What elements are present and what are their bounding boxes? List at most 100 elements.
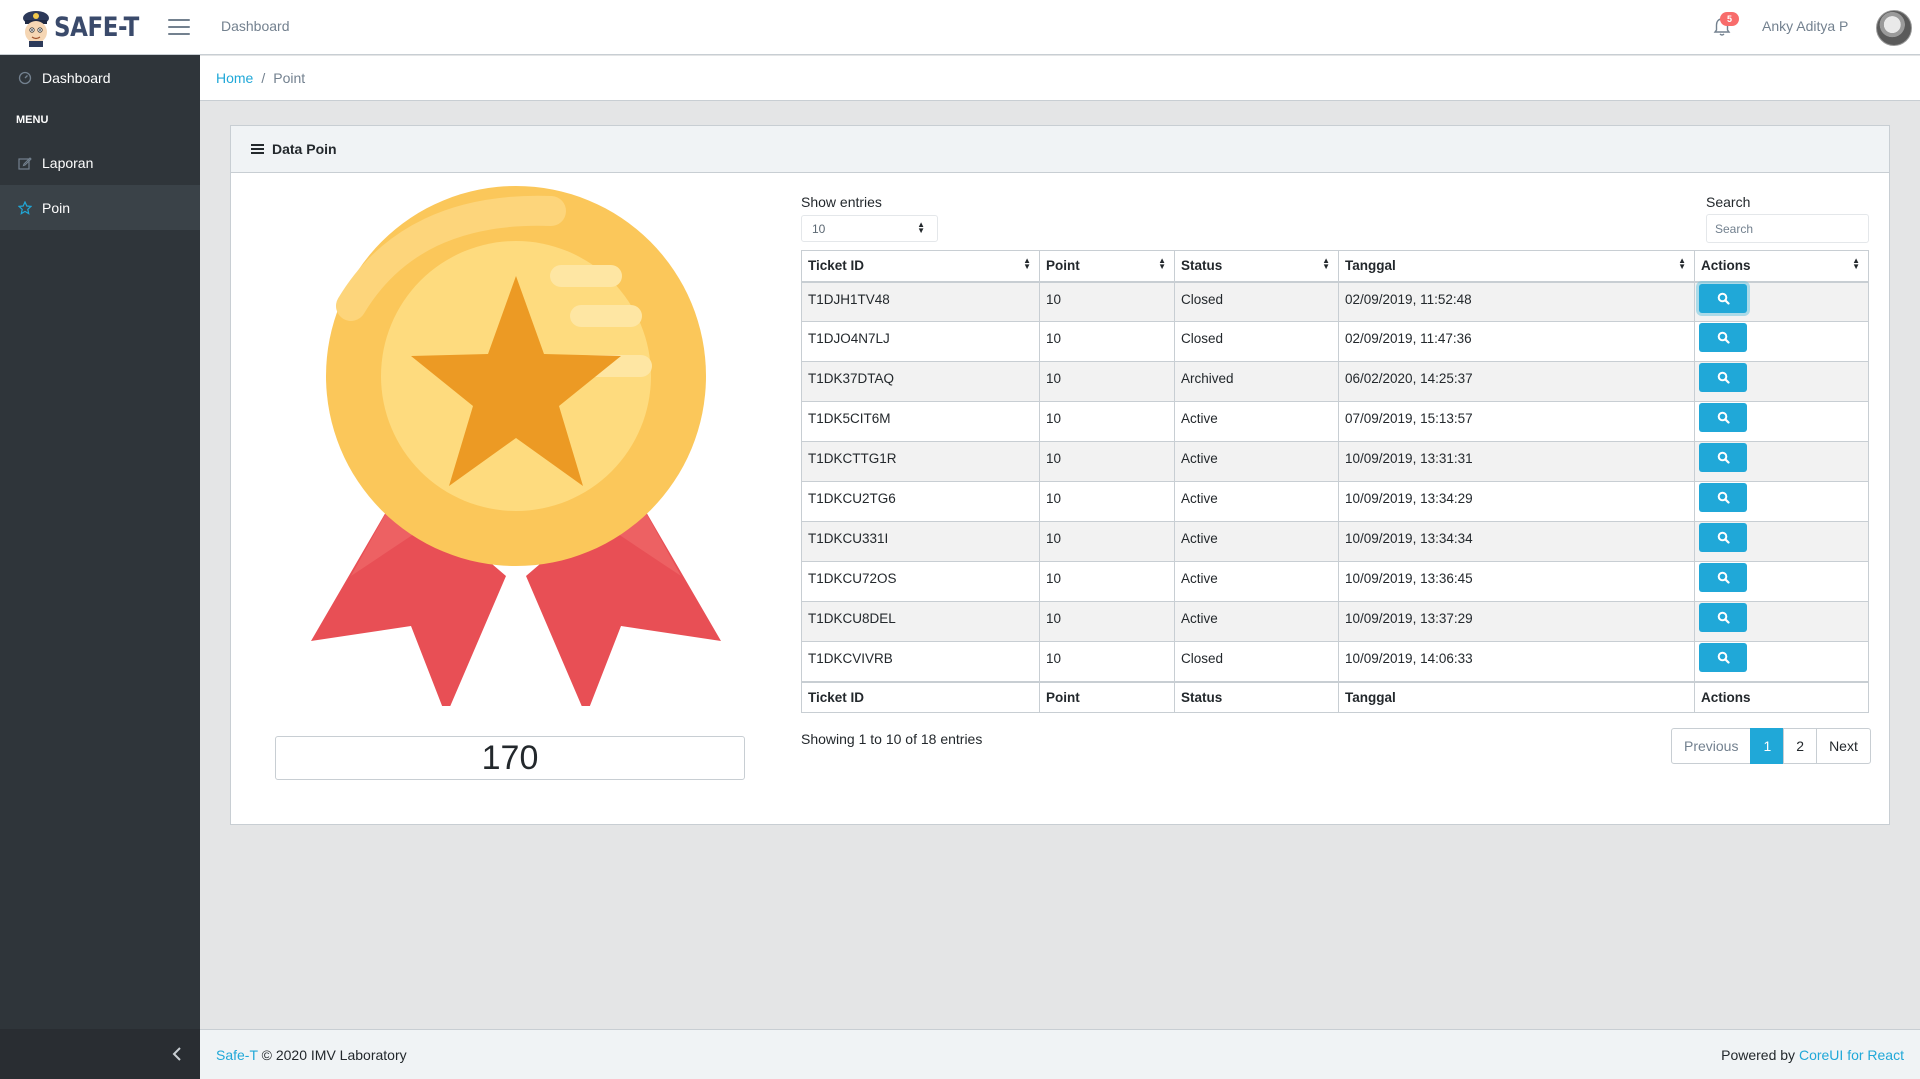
column-footer-tanggal: Tanggal [1338,680,1695,713]
cell-point: 10 [1039,601,1175,642]
star-icon [18,200,32,215]
sidebar-section-title: MENU [16,114,49,126]
breadcrumb-separator: / [261,70,266,86]
view-ticket-button[interactable] [1699,363,1747,392]
sidebar-toggle-button[interactable] [168,17,190,37]
pagination-next[interactable]: Next [1816,728,1871,764]
footer-brand-link[interactable]: Safe-T [216,1047,258,1063]
search-icon [1717,531,1730,544]
view-ticket-button[interactable] [1699,323,1747,352]
cell-ticket-id: T1DJH1TV48 [801,281,1040,322]
cell-point: 10 [1039,441,1175,482]
sidebar-item-dashboard[interactable]: Dashboard [0,55,200,100]
cell-actions [1694,481,1869,522]
search-icon [1717,491,1730,504]
view-ticket-button[interactable] [1699,443,1747,472]
speedometer-icon [18,71,32,85]
nav-dashboard-link[interactable]: Dashboard [221,18,290,34]
cell-ticket-id: T1DKCU2TG6 [801,481,1040,522]
sidebar-item-laporan[interactable]: Laporan [0,140,200,185]
column-header-point[interactable]: Point ▲ ▼ [1039,250,1175,283]
column-header-actions[interactable]: Actions ▲ ▼ [1694,250,1869,283]
table-row: T1DKCU2TG6 10 Active 10/09/2019, 13:34:29 [801,481,1869,522]
avatar[interactable] [1876,10,1912,46]
column-header-label: Point [1046,258,1080,274]
view-ticket-button[interactable] [1699,523,1747,552]
cell-point: 10 [1039,281,1175,322]
app-footer: Safe-T © 2020 IMV Laboratory Powered by … [200,1029,1920,1079]
column-header-label: Tanggal [1345,258,1396,274]
sidebar-item-label: Poin [42,199,71,216]
sidebar-item-label: Laporan [42,154,94,171]
cell-tanggal: 10/09/2019, 13:37:29 [1338,601,1695,642]
cell-tanggal: 07/09/2019, 15:13:57 [1338,401,1695,442]
table-row: T1DKCU331I 10 Active 10/09/2019, 13:34:34 [801,521,1869,562]
column-header-ticket-id[interactable]: Ticket ID ▲ ▼ [801,250,1040,283]
sort-icon: ▲ ▼ [1158,256,1166,271]
cell-tanggal: 10/09/2019, 13:31:31 [1338,441,1695,482]
footer-coreui-link[interactable]: CoreUI for React [1799,1047,1904,1063]
search-input[interactable] [1706,214,1869,243]
cell-status: Active [1174,401,1339,442]
cell-tanggal: 10/09/2019, 13:34:29 [1338,481,1695,522]
cell-actions [1694,401,1869,442]
brand[interactable]: SAFE-T [0,0,155,55]
cell-status: Active [1174,521,1339,562]
medal-icon [311,186,721,706]
pagination-page-2[interactable]: 2 [1783,728,1818,764]
breadcrumb-home-link[interactable]: Home [216,70,253,86]
column-header-status[interactable]: Status ▲ ▼ [1174,250,1339,283]
brand-logo[interactable]: SAFE-T [20,7,154,47]
sidebar-minimizer-button[interactable] [0,1029,200,1079]
table-row: T1DKCTTG1R 10 Active 10/09/2019, 13:31:31 [801,441,1869,482]
sidebar: Dashboard MENU Laporan Poin [0,55,200,1079]
search-icon [1717,611,1730,624]
cell-status: Archived [1174,361,1339,402]
cell-tanggal: 02/09/2019, 11:52:48 [1338,281,1695,322]
table-row: T1DK37DTAQ 10 Archived 06/02/2020, 14:25:37 [801,361,1869,402]
view-ticket-button[interactable] [1699,563,1747,592]
cell-tanggal: 10/09/2019, 14:06:33 [1338,641,1695,682]
view-ticket-button[interactable] [1699,283,1747,313]
sort-icon: ▲ ▼ [1852,256,1860,271]
column-header-tanggal[interactable]: Tanggal ▲ ▼ [1338,250,1695,283]
cell-ticket-id: T1DKCU8DEL [801,601,1040,642]
cell-actions [1694,441,1869,482]
footer-left: Safe-T © 2020 IMV Laboratory [216,1047,407,1063]
sort-icon: ▲ ▼ [1322,256,1330,271]
entries-select-value: 10 [812,221,826,236]
cell-status: Active [1174,441,1339,482]
view-ticket-button[interactable] [1699,483,1747,512]
cell-point: 10 [1039,481,1175,522]
sort-icon: ▲ ▼ [1678,256,1686,271]
card-title: Data Poin [272,141,337,157]
column-footer-actions: Actions [1694,680,1869,713]
pagination-previous[interactable]: Previous [1671,728,1752,764]
cell-point: 10 [1039,361,1175,402]
cell-ticket-id: T1DKCU331I [801,521,1040,562]
show-entries-label: Show entries [801,194,882,210]
view-ticket-button[interactable] [1699,643,1747,672]
pagination: Previous 1 2 Next [1671,728,1871,764]
cell-point: 10 [1039,321,1175,362]
search-icon [1717,651,1730,664]
user-name[interactable]: Anky Aditya P [1762,18,1848,34]
select-arrows-icon: ▲ ▼ [917,220,925,235]
cell-status: Closed [1174,641,1339,682]
cell-ticket-id: T1DKCU72OS [801,561,1040,602]
sidebar-item-poin[interactable]: Poin [0,185,200,230]
cell-status: Closed [1174,321,1339,362]
footer-powered-by: Powered by [1721,1046,1796,1063]
cell-actions [1694,281,1869,322]
column-header-label: Status [1181,258,1223,274]
pagination-page-1[interactable]: 1 [1750,728,1785,764]
cell-status: Active [1174,481,1339,522]
entries-select[interactable]: 10 ▲ ▼ [801,215,938,242]
table-row: T1DK5CIT6M 10 Active 07/09/2019, 15:13:57 [801,401,1869,442]
cell-tanggal: 02/09/2019, 11:47:36 [1338,321,1695,362]
view-ticket-button[interactable] [1699,603,1747,632]
cell-status: Active [1174,601,1339,642]
view-ticket-button[interactable] [1699,403,1747,432]
cell-point: 10 [1039,561,1175,602]
cell-actions [1694,361,1869,402]
